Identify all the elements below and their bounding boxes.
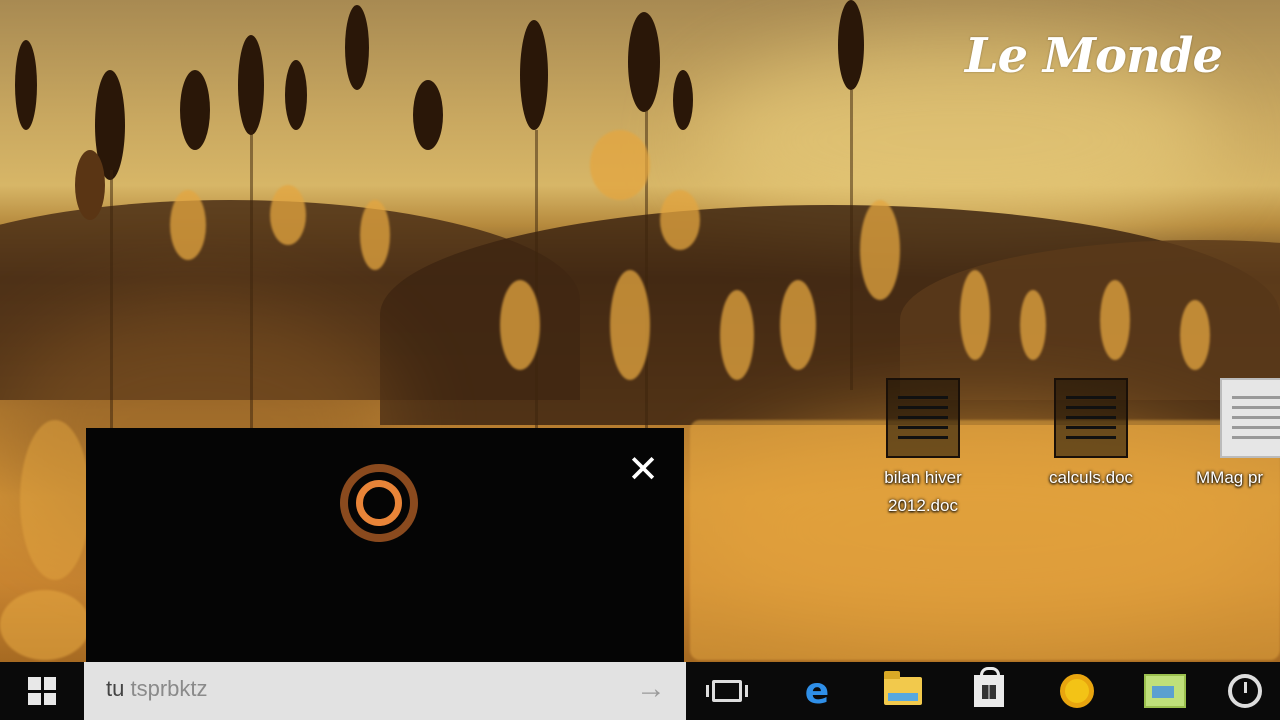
- store-icon: [974, 667, 1004, 707]
- task-view-button[interactable]: [692, 662, 762, 720]
- cortana-ring-inner: [356, 480, 402, 526]
- le-monde-logo: Le Monde: [964, 28, 1223, 84]
- edge-button[interactable]: e: [782, 662, 852, 720]
- desktop-icon-mmag[interactable]: MMag pr: [1190, 378, 1280, 492]
- taskbar: tu tsprbktz → e: [0, 662, 1280, 720]
- desktop-icon-label: MMag pr: [1196, 468, 1264, 487]
- task-view-icon: [706, 680, 748, 702]
- search-box[interactable]: tu tsprbktz →: [84, 662, 686, 720]
- cortana-ring-icon: [340, 464, 418, 542]
- close-icon[interactable]: ✕: [626, 450, 660, 488]
- clock-button[interactable]: [1210, 662, 1280, 720]
- chrome-icon: [1060, 674, 1094, 708]
- desktop-icon-label: bilan hiver 2012.doc: [884, 468, 962, 515]
- file-explorer-button[interactable]: [868, 662, 938, 720]
- start-button[interactable]: [0, 662, 84, 720]
- edge-icon: e: [804, 670, 830, 712]
- clock-icon: [1228, 674, 1262, 708]
- store-button[interactable]: [954, 662, 1024, 720]
- file-explorer-icon: [884, 671, 922, 705]
- word-document-icon: [886, 378, 960, 458]
- desktop-icon-calculs[interactable]: calculs.doc: [1026, 378, 1156, 492]
- search-suggestion-text: tsprbktz: [130, 676, 208, 701]
- desktop-icon-label: calculs.doc: [1048, 468, 1134, 487]
- cortana-panel: ✕: [86, 428, 684, 662]
- word-document-icon: [1054, 378, 1128, 458]
- photos-button[interactable]: [1130, 662, 1200, 720]
- windows-logo-icon: [28, 677, 56, 705]
- document-icon: [1220, 378, 1280, 458]
- arrow-right-icon[interactable]: →: [636, 672, 666, 706]
- search-typed-text: tu: [106, 676, 125, 701]
- chrome-button[interactable]: [1042, 662, 1112, 720]
- photos-icon: [1144, 674, 1186, 708]
- desktop-icon-bilan-hiver[interactable]: bilan hiver 2012.doc: [858, 378, 988, 520]
- search-input[interactable]: tu tsprbktz: [106, 676, 208, 702]
